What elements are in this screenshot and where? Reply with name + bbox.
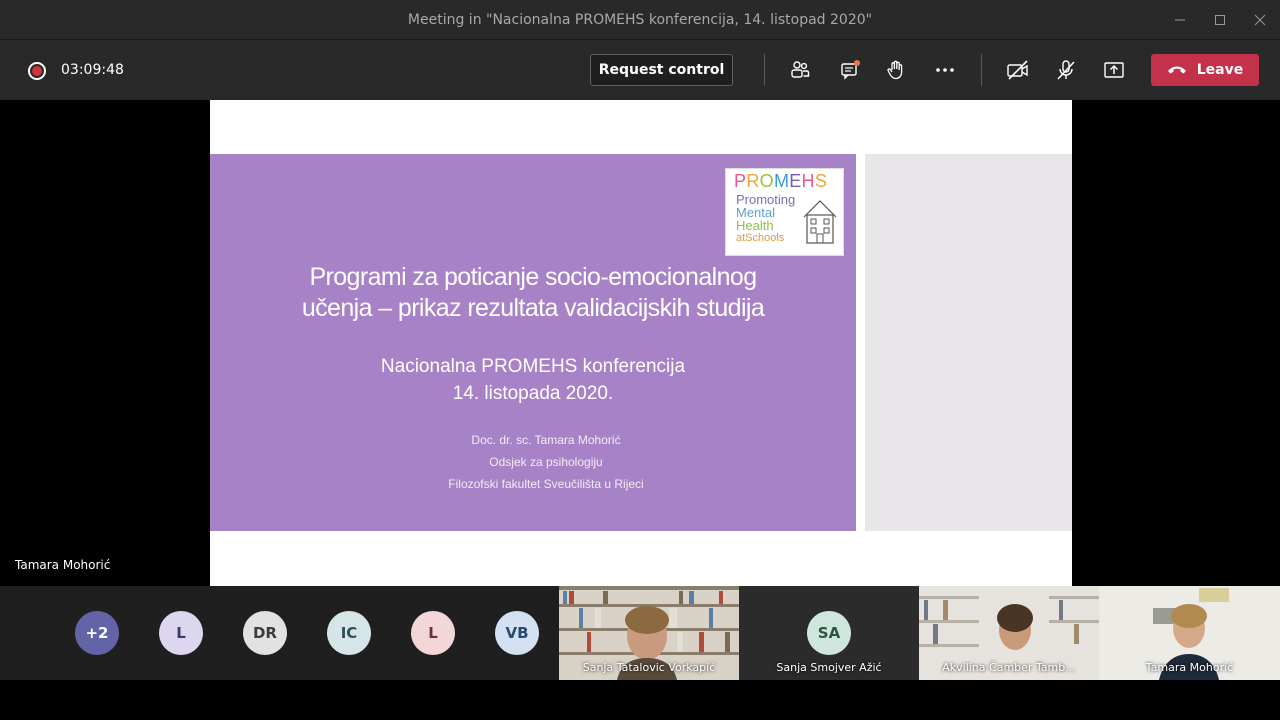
avatar-initials: SA bbox=[817, 624, 841, 642]
avatar[interactable]: VB bbox=[495, 611, 539, 655]
participant-name: Akvilina Čamber Tamb... bbox=[942, 661, 1076, 674]
maximize-icon bbox=[1215, 15, 1225, 25]
bottom-bar bbox=[0, 680, 1280, 720]
hang-up-icon bbox=[1167, 66, 1186, 74]
participant-name: Sanja Smojver Ažić bbox=[776, 661, 882, 674]
camera-toggle-button[interactable] bbox=[1004, 56, 1032, 84]
avatar-initials: DR bbox=[252, 624, 277, 642]
participant-name: Sanja Tatalovic Vorkapić bbox=[582, 661, 716, 674]
people-icon bbox=[791, 61, 810, 78]
title-bar: Meeting in "Nacionalna PROMEHS konferenc… bbox=[0, 0, 1280, 40]
minimize-icon bbox=[1175, 19, 1185, 21]
participant-audio-tile[interactable]: SA Sanja Smojver Ažić bbox=[739, 586, 919, 680]
minimize-button[interactable] bbox=[1160, 0, 1200, 40]
close-icon bbox=[1254, 14, 1266, 26]
slide-side-panel bbox=[865, 154, 1072, 531]
leave-label: Leave bbox=[1196, 62, 1244, 78]
avatar-overflow[interactable]: +2 bbox=[75, 611, 119, 655]
maximize-button[interactable] bbox=[1200, 0, 1240, 40]
presentation-slide: PROMEHS Promoting Mental Health atSchool… bbox=[210, 154, 856, 531]
avatar[interactable]: DR bbox=[243, 611, 287, 655]
show-conversation-button[interactable] bbox=[836, 56, 864, 84]
request-control-button[interactable]: Request control bbox=[590, 54, 733, 86]
share-content-button[interactable] bbox=[1100, 56, 1128, 84]
slide-title: Programi za poticanje socio-emocionalnog… bbox=[210, 262, 856, 324]
school-house-icon bbox=[803, 200, 837, 244]
avatar-initials: IC bbox=[340, 624, 358, 642]
participants-strip: +2 L DR IC L VB Sanja Tatalovic Vorkapić… bbox=[0, 586, 1280, 680]
leave-button[interactable]: Leave bbox=[1151, 54, 1259, 86]
avatar: SA bbox=[807, 611, 851, 655]
meeting-toolbar: 03:09:48 Request control Leave bbox=[0, 40, 1280, 100]
more-actions-button[interactable] bbox=[931, 56, 959, 84]
avatar[interactable]: IC bbox=[327, 611, 371, 655]
slide-subtitle: Nacionalna PROMEHS konferencija 14. list… bbox=[210, 353, 856, 407]
participant-video-tile[interactable]: Akvilina Čamber Tamb... bbox=[919, 586, 1099, 680]
avatar-initials: VB bbox=[505, 624, 529, 642]
participant-name: Tamara Mohorić bbox=[1145, 661, 1234, 674]
logo-title: PROMEHS bbox=[734, 171, 828, 191]
avatar-initials: L bbox=[176, 624, 186, 642]
slide-title-line: Programi za poticanje socio-emocionalnog bbox=[309, 263, 757, 291]
share-tray-icon bbox=[1104, 62, 1124, 78]
recording-indicator-icon bbox=[28, 62, 46, 80]
participant-video-tile[interactable]: Tamara Mohorić bbox=[1099, 586, 1280, 680]
avatar[interactable]: L bbox=[411, 611, 455, 655]
logo-tagline: Promoting Mental Health atSchools bbox=[736, 193, 808, 245]
presenter-name: Tamara Mohorić bbox=[15, 558, 111, 572]
slide-author-line: Doc. dr. sc. Tamara Mohorić bbox=[471, 433, 621, 447]
slide-author-line: Odsjek za psihologiju bbox=[489, 455, 603, 469]
meeting-stage: PROMEHS Promoting Mental Health atSchool… bbox=[0, 100, 1280, 586]
meeting-timer: 03:09:48 bbox=[61, 62, 124, 78]
window-controls bbox=[1160, 0, 1280, 40]
avatar[interactable]: L bbox=[159, 611, 203, 655]
close-button[interactable] bbox=[1240, 0, 1280, 40]
slide-title-line: učenja – prikaz rezultata validacijskih … bbox=[301, 294, 765, 322]
toolbar-divider bbox=[981, 54, 982, 86]
slide-subtitle-line: Nacionalna PROMEHS konferencija bbox=[380, 356, 686, 377]
slide-author-line: Filozofski fakultet Sveučilišta u Rijeci bbox=[448, 477, 644, 491]
participant-video-tile[interactable]: Sanja Tatalovic Vorkapić bbox=[559, 586, 739, 680]
shared-screen: PROMEHS Promoting Mental Health atSchool… bbox=[210, 100, 1072, 586]
promehs-logo: PROMEHS Promoting Mental Health atSchool… bbox=[725, 168, 844, 256]
chat-icon bbox=[841, 60, 860, 80]
toolbar-divider bbox=[764, 54, 765, 86]
avatar-initials: L bbox=[428, 624, 438, 642]
window-title: Meeting in "Nacionalna PROMEHS konferenc… bbox=[407, 11, 873, 28]
mic-off-icon bbox=[1057, 60, 1075, 80]
camera-off-icon bbox=[1007, 60, 1028, 80]
logo-line: atSchools bbox=[736, 232, 785, 244]
slide-subtitle-line: 14. listopada 2020. bbox=[452, 383, 614, 404]
show-participants-button[interactable] bbox=[786, 56, 814, 84]
mic-toggle-button[interactable] bbox=[1052, 56, 1080, 84]
avatar-initials: +2 bbox=[85, 624, 109, 642]
more-icon bbox=[936, 68, 954, 72]
logo-line: Health bbox=[736, 218, 774, 233]
slide-author-block: Doc. dr. sc. Tamara Mohorić Odsjek za ps… bbox=[210, 429, 882, 495]
raise-hand-icon bbox=[887, 60, 903, 80]
raise-hand-button[interactable] bbox=[882, 56, 910, 84]
